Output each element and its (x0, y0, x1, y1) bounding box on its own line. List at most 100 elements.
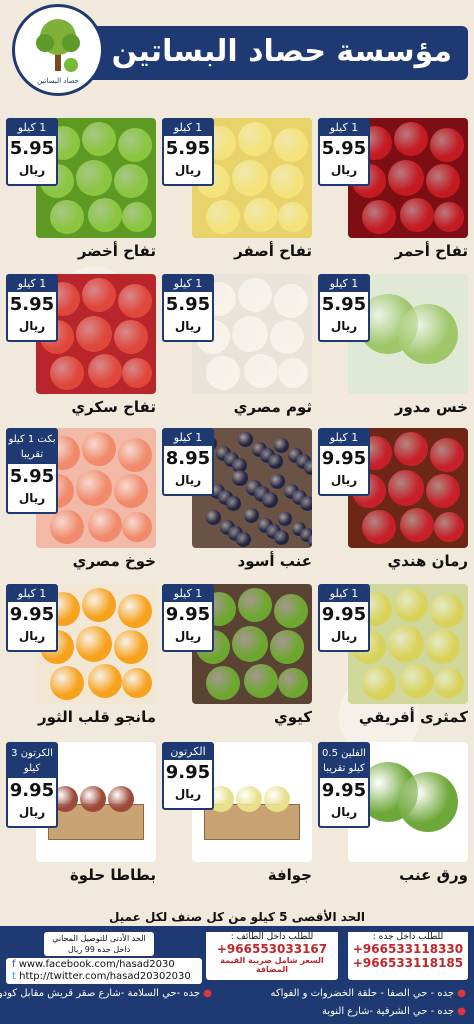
jeddah-phone-2[interactable]: +966533118185 (348, 956, 468, 970)
currency-label: ريال (330, 805, 358, 819)
address-1-text: جده - حي الصفا - حلقة الخضروات و الفواكه (270, 988, 455, 999)
unit-label: الكرتون (170, 745, 206, 758)
currency-label: ريال (330, 629, 358, 643)
currency-label: ريال (174, 163, 202, 177)
price-value: 5.95 (165, 138, 211, 159)
product-name: كيوي (274, 708, 312, 726)
unit-label: 1 كيلو (329, 277, 359, 290)
price-value: 9.95 (321, 448, 367, 469)
product-card: 1 كيلو 5.95 ريال تفاح أصفر (162, 118, 312, 266)
location-pin-icon: ● (457, 988, 466, 999)
product-name: خس مدور (394, 398, 468, 416)
product-name: تفاح أصفر (234, 242, 312, 260)
product-name: مانجو قلب الثور (38, 708, 156, 726)
taif-title: للطلب داخل الطائف : (206, 932, 338, 942)
price-tag: 1 كيلو 5.95 ريال (162, 118, 214, 186)
price-box: 5.95 ريال (320, 292, 368, 340)
price-tag: 1 كيلو 9.95 ريال (162, 584, 214, 652)
location-pin-icon: ● (457, 1006, 466, 1017)
price-box: 9.95 ريال (164, 602, 212, 650)
unit-label: 1 كيلو (329, 431, 359, 444)
price-box: 5.95 ريال (320, 136, 368, 184)
unit-label: 1 كيلو (173, 587, 203, 600)
store-title: مؤسسة حصاد البساتين (111, 34, 452, 69)
price-tag: 1 كيلو 9.95 ريال (6, 584, 58, 652)
jeddah-title: للطلب داخل جده : (348, 932, 468, 942)
unit-label: 1 كيلو (173, 431, 203, 444)
header: مؤسسة حصاد البساتين حصاد البساتين (0, 4, 474, 96)
price-box: 5.95 ريال (8, 136, 56, 184)
product-card: 1 كيلو 5.95 ريال تفاح أحمر (318, 118, 468, 266)
unit-label: 1 كيلو (329, 121, 359, 134)
address-3: ● جده - حي الشرفية -شارع النوبة (322, 1006, 466, 1017)
flyer-page: مؤسسة حصاد البساتين حصاد البساتين 1 كيلو… (0, 0, 474, 1024)
product-name: بطاطا حلوة (69, 866, 156, 884)
product-card: 1 كيلو 8.95 ريال عنب أسود (162, 428, 312, 576)
unit-label: 1 كيلو (173, 277, 203, 290)
product-card: 1 كيلو 9.95 ريال كمثرى أفريقي (318, 584, 468, 732)
price-tag: 1 كيلو 5.95 ريال (318, 274, 370, 342)
product-card: 1 كيلو 5.95 ريال ثوم مصري (162, 274, 312, 422)
unit-label: 1 كيلو (17, 277, 47, 290)
product-card: 1 كيلو 9.95 ريال مانجو قلب الثور (6, 584, 156, 732)
product-card: 1 كيلو 9.95 ريال كيوي (162, 584, 312, 732)
product-card: الكرتون 9.95 ريال جوافة (162, 742, 312, 890)
address-1: ● جده - حي الصفا - حلقة الخضروات و الفوا… (270, 988, 466, 999)
price-box: 5.95 ريال (164, 292, 212, 340)
unit-label: 1 كيلو (17, 121, 47, 134)
facebook-icon: f (12, 959, 19, 970)
currency-label: ريال (18, 319, 46, 333)
jeddah-phone-1[interactable]: +966533118330 (348, 942, 468, 956)
currency-label: ريال (174, 787, 202, 801)
price-value: 9.95 (9, 780, 55, 801)
price-box: 5.95 ريال (164, 136, 212, 184)
twitter-url: http://twitter.com/hasad20302030 (19, 971, 191, 982)
facebook-link[interactable]: f www.facebook.com/hasad2030 (12, 959, 175, 970)
price-value: 9.95 (165, 604, 211, 625)
price-box: 9.95 ريال (8, 602, 56, 650)
price-box: 9.95 ريال (320, 446, 368, 494)
price-value: 9.95 (165, 762, 211, 783)
price-box: 8.95 ريال (164, 446, 212, 494)
price-tag: بكت 1 كيلو تقريبا 5.95 ريال (6, 428, 58, 514)
currency-label: ريال (18, 805, 46, 819)
price-box: 9.95 ريال (164, 760, 212, 808)
price-box: 5.95 ريال (8, 292, 56, 340)
unit-label: بكت 1 كيلو تقريبا (8, 434, 56, 460)
price-tag: 1 كيلو 5.95 ريال (6, 118, 58, 186)
product-name: تفاح سكري (71, 398, 156, 416)
currency-label: ريال (330, 473, 358, 487)
taif-order-box: للطلب داخل الطائف : +966553033167 السعر … (206, 932, 338, 980)
unit-label: الكرتون 3 كيلو (11, 748, 53, 774)
currency-label: ريال (18, 629, 46, 643)
currency-label: ريال (18, 491, 46, 505)
purchase-limit: الحد الأقصى 5 كيلو من كل صنف لكل عميل (109, 910, 365, 924)
facebook-url: www.facebook.com/hasad2030 (18, 959, 175, 970)
price-tag: 1 كيلو 5.95 ريال (318, 118, 370, 186)
unit-label: 1 كيلو (173, 121, 203, 134)
product-name: خوخ مصري (72, 552, 156, 570)
product-card: بكت 1 كيلو تقريبا 5.95 ريال خوخ مصري (6, 428, 156, 576)
twitter-link[interactable]: t http://twitter.com/hasad20302030 (12, 971, 191, 982)
social-box: f www.facebook.com/hasad2030 t http://tw… (6, 958, 202, 984)
product-name: ثوم مصري (233, 398, 312, 416)
price-value: 5.95 (9, 294, 55, 315)
price-value: 5.95 (9, 466, 55, 487)
address-2-text: جده -حي السلامة -شارع صقر قريش مقابل كود… (0, 988, 201, 999)
product-card: 1 كيلو 5.95 ريال تفاح سكري (6, 274, 156, 422)
product-card: 1 كيلو 5.95 ريال تفاح أخضر (6, 118, 156, 266)
address-2: ● جده -حي السلامة -شارع صقر قريش مقابل ك… (0, 988, 212, 999)
product-name: كمثرى أفريقي (358, 708, 468, 726)
price-value: 9.95 (321, 604, 367, 625)
price-box: 9.95 ريال (320, 778, 368, 826)
price-tag: 1 كيلو 9.95 ريال (318, 428, 370, 496)
product-name: رمان هندي (387, 552, 468, 570)
currency-label: ريال (330, 163, 358, 177)
price-tag: 1 كيلو 5.95 ريال (6, 274, 58, 342)
delivery-note-box: الحد الأدنى للتوصيل المجاني داخل جده 99 … (44, 932, 154, 956)
address-3-text: جده - حي الشرفية -شارع النوبة (321, 1006, 455, 1017)
currency-label: ريال (330, 319, 358, 333)
logo-text: حصاد البساتين (37, 77, 79, 85)
tree-icon: حصاد البساتين (36, 19, 80, 85)
taif-phone[interactable]: +966553033167 (206, 942, 338, 956)
